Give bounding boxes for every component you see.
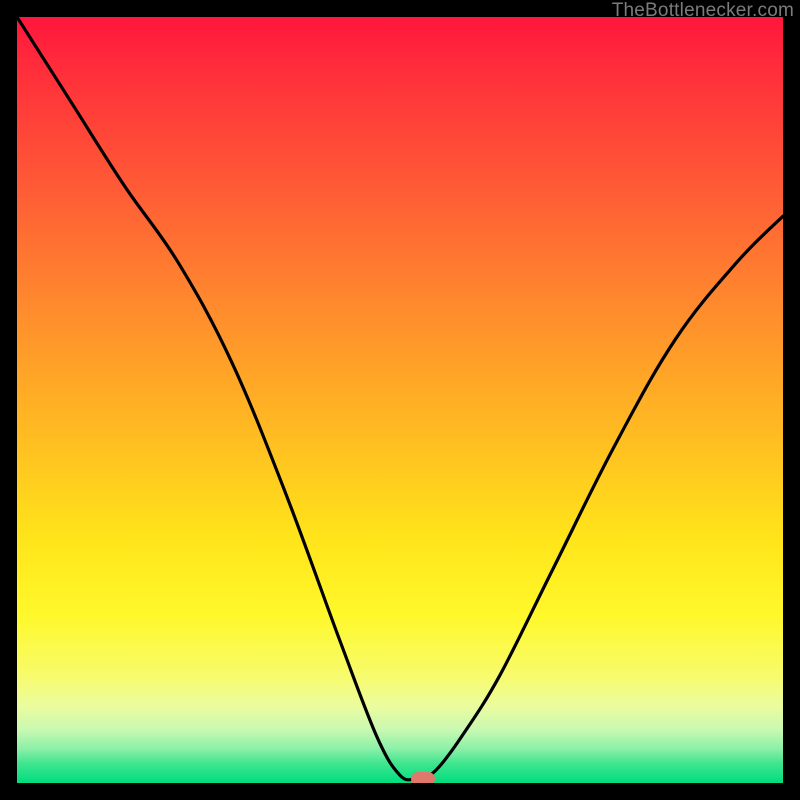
bottleneck-curve [17, 17, 783, 783]
min-point-marker [411, 772, 435, 783]
plot-area [17, 17, 783, 783]
chart-stage: TheBottlenecker.com [0, 0, 800, 800]
watermark-text: TheBottlenecker.com [612, 0, 794, 22]
